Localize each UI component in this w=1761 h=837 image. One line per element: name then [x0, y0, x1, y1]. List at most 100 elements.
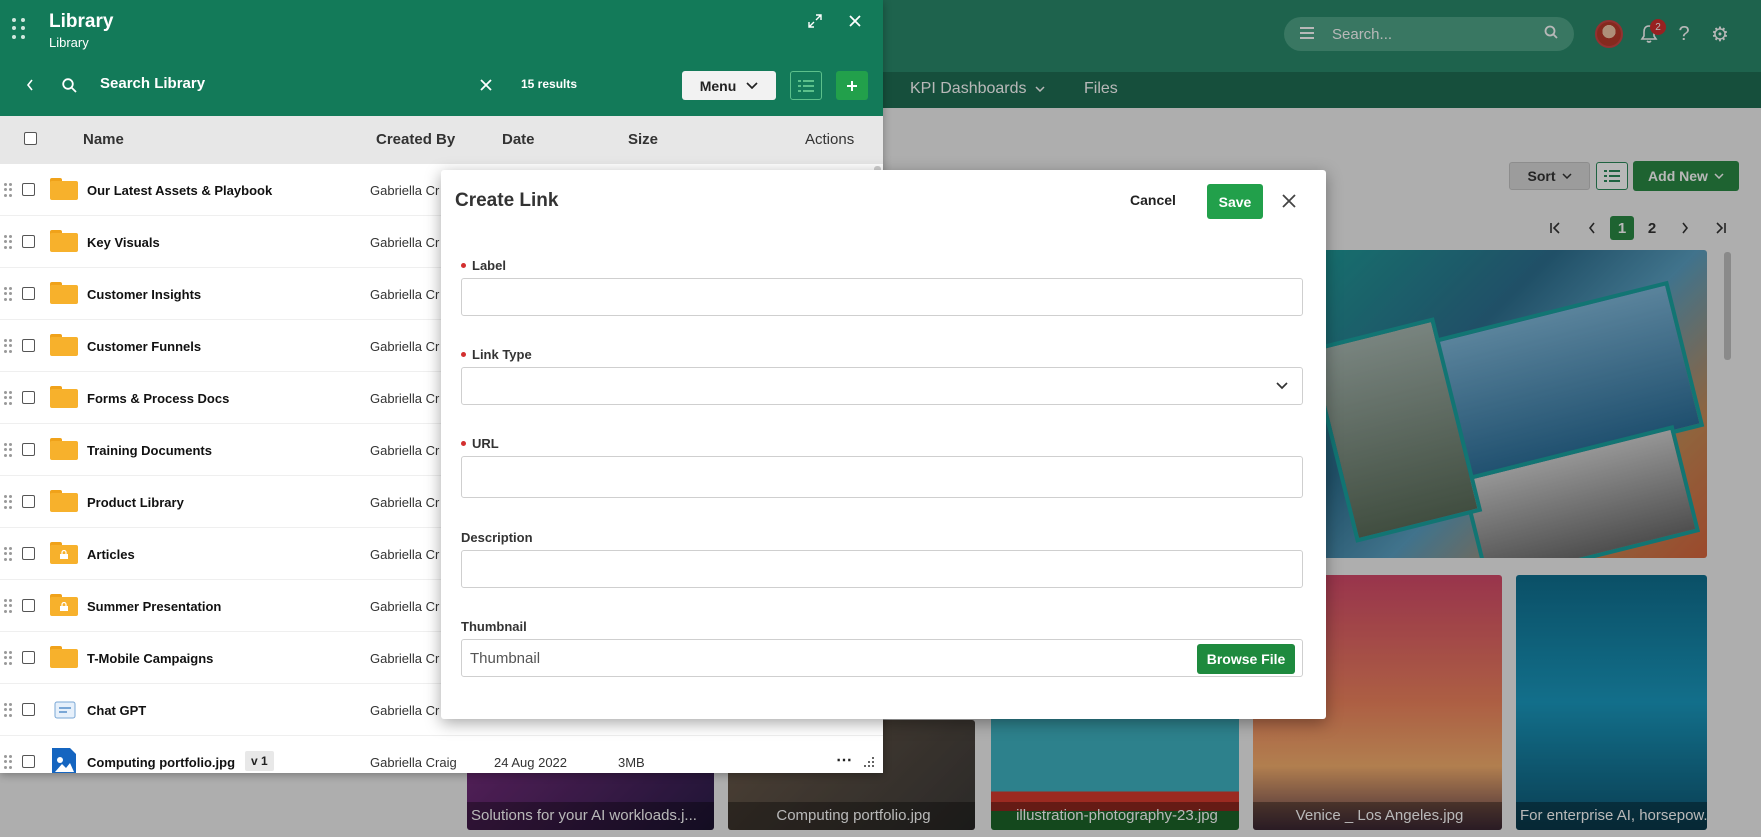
dialog-title: Create Link [455, 190, 559, 211]
table-header: Name Created By Date Size Actions [0, 116, 883, 164]
row-drag-handle-icon[interactable] [4, 755, 12, 769]
table-row[interactable]: Computing portfolio.jpg v 1 Gabriella Crai… [0, 736, 883, 773]
field-label-text: URL [472, 436, 499, 451]
required-indicator [461, 352, 466, 357]
row-checkbox[interactable] [22, 651, 35, 664]
version-badge: v 1 [245, 751, 274, 771]
search-icon[interactable] [60, 76, 78, 94]
row-checkbox[interactable] [22, 443, 35, 456]
row-name[interactable]: Key Visuals [87, 235, 160, 250]
row-checkbox[interactable] [22, 287, 35, 300]
results-count: 15 results [521, 77, 578, 91]
column-header-date[interactable]: Date [502, 131, 535, 148]
browse-file-button[interactable]: Browse File [1197, 644, 1295, 674]
row-name[interactable]: Customer Funnels [87, 339, 201, 354]
row-drag-handle-icon[interactable] [4, 235, 12, 249]
column-header-actions: Actions [805, 131, 855, 148]
row-checkbox[interactable] [22, 391, 35, 404]
field-label-text: Thumbnail [461, 619, 527, 634]
chevron-down-icon [1276, 382, 1288, 390]
library-header: Library Library Search Library 15 result… [0, 0, 883, 116]
row-drag-handle-icon[interactable] [4, 547, 12, 561]
row-checkbox[interactable] [22, 183, 35, 196]
row-checkbox[interactable] [22, 339, 35, 352]
folder-icon [50, 646, 78, 668]
row-drag-handle-icon[interactable] [4, 287, 12, 301]
menu-label: Menu [699, 77, 737, 94]
row-created-by: Gabriella Cr [370, 651, 440, 666]
close-icon[interactable] [846, 12, 864, 30]
row-name[interactable]: Summer Presentation [87, 599, 221, 614]
row-created-by: Gabriella Cr [370, 391, 440, 406]
row-name[interactable]: Forms & Process Docs [87, 391, 229, 406]
column-header-name[interactable]: Name [83, 131, 124, 148]
link-icon [54, 701, 76, 719]
cancel-button[interactable]: Cancel [1130, 192, 1176, 208]
chevron-down-icon [746, 82, 758, 89]
row-name[interactable]: Training Documents [87, 443, 212, 458]
row-created-by: Gabriella Cr [370, 547, 440, 562]
row-drag-handle-icon[interactable] [4, 703, 12, 717]
url-input[interactable] [461, 456, 1303, 498]
row-created-by: Gabriella Cr [370, 599, 440, 614]
folder-icon [50, 230, 78, 252]
thumbnail-placeholder: Thumbnail [470, 649, 541, 667]
column-header-created-by[interactable]: Created By [376, 131, 455, 148]
library-search-input[interactable]: Search Library [100, 75, 205, 92]
row-checkbox[interactable] [22, 547, 35, 560]
row-name[interactable]: Articles [87, 547, 135, 562]
folder-icon [50, 490, 78, 512]
row-checkbox[interactable] [22, 235, 35, 248]
row-checkbox[interactable] [22, 599, 35, 612]
field-label-text: Description [461, 530, 533, 545]
row-name[interactable]: Our Latest Assets & Playbook [87, 183, 272, 198]
row-created-by: Gabriella Cr [370, 339, 440, 354]
folder-icon [50, 334, 78, 356]
description-input[interactable] [461, 550, 1303, 588]
row-drag-handle-icon[interactable] [4, 651, 12, 665]
label-input[interactable] [461, 278, 1303, 316]
select-all-checkbox[interactable] [24, 132, 37, 145]
row-name[interactable]: Customer Insights [87, 287, 201, 302]
save-button[interactable]: Save [1207, 184, 1263, 219]
row-drag-handle-icon[interactable] [4, 495, 12, 509]
row-created-by: Gabriella Cr [370, 703, 440, 718]
row-size: 3MB [618, 755, 645, 770]
column-header-size[interactable]: Size [628, 131, 658, 148]
url-field-label: URL [461, 436, 499, 451]
row-name[interactable]: Product Library [87, 495, 184, 510]
label-field-label: Label [461, 258, 506, 273]
close-icon[interactable] [1279, 191, 1299, 211]
row-checkbox[interactable] [22, 755, 35, 768]
row-created-by: Gabriella Cr [370, 287, 440, 302]
thumbnail-input[interactable]: Thumbnail Browse File [461, 639, 1303, 677]
plus-icon [847, 80, 857, 91]
row-created-by: Gabriella Cr [370, 183, 440, 198]
expand-icon[interactable] [806, 12, 824, 30]
add-button[interactable] [836, 71, 868, 100]
back-icon[interactable] [22, 77, 38, 93]
menu-button[interactable]: Menu [682, 71, 776, 100]
row-name[interactable]: T-Mobile Campaigns [87, 651, 213, 666]
description-field-label: Description [461, 530, 533, 545]
row-checkbox[interactable] [22, 703, 35, 716]
resize-handle-icon[interactable] [863, 756, 875, 768]
row-created-by: Gabriella Cr [370, 495, 440, 510]
more-actions-icon[interactable]: ⋯ [836, 750, 852, 770]
row-drag-handle-icon[interactable] [4, 339, 12, 353]
list-view-button[interactable] [790, 71, 822, 100]
row-name[interactable]: Computing portfolio.jpg [87, 755, 235, 770]
row-name[interactable]: Chat GPT [87, 703, 146, 718]
row-drag-handle-icon[interactable] [4, 183, 12, 197]
clear-search-icon[interactable] [478, 77, 494, 93]
link-type-select[interactable] [461, 367, 1303, 405]
folder-icon [50, 386, 78, 408]
drag-handle-icon[interactable] [12, 18, 26, 40]
row-drag-handle-icon[interactable] [4, 443, 12, 457]
locked-folder-icon [50, 542, 78, 564]
library-breadcrumb: Library [49, 35, 89, 50]
image-file-icon [52, 748, 76, 773]
row-checkbox[interactable] [22, 495, 35, 508]
row-drag-handle-icon[interactable] [4, 391, 12, 405]
row-drag-handle-icon[interactable] [4, 599, 12, 613]
